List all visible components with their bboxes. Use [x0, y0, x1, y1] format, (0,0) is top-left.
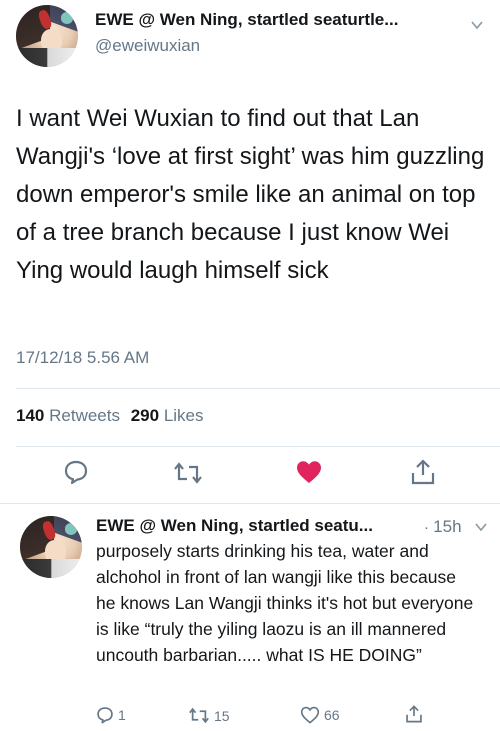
reply-like-button[interactable]: 66 [300, 706, 340, 724]
share-button[interactable] [410, 458, 436, 486]
meta-separator: · [424, 519, 429, 536]
reply-time: · 15h [424, 517, 462, 537]
reply-display-name[interactable]: EWE @ Wen Ning, startled seatu... [96, 516, 421, 536]
reply-bubble-icon [97, 707, 113, 724]
likes-count[interactable]: 290 [131, 406, 159, 425]
retweet-arrows-icon [174, 462, 202, 484]
retweet-count: 15 [214, 707, 230, 724]
retweets-count[interactable]: 140 [16, 406, 44, 425]
divider [16, 446, 500, 447]
heart-filled-icon [297, 461, 321, 483]
retweets-label[interactable]: Retweets [49, 406, 120, 425]
like-button[interactable] [295, 459, 323, 485]
heart-outline-icon [300, 706, 320, 724]
likes-label[interactable]: Likes [164, 406, 204, 425]
tweet-separator [0, 503, 500, 504]
chevron-down-icon[interactable] [470, 18, 484, 32]
reply-bubble-icon [64, 460, 88, 485]
reply-avatar[interactable] [20, 516, 82, 578]
reply-text: purposely starts drinking his tea, water… [96, 541, 474, 665]
avatar[interactable] [16, 5, 78, 67]
user-handle[interactable]: @eweiwuxian [95, 36, 200, 56]
share-upload-icon [411, 459, 435, 485]
reply-time-ago[interactable]: 15h [433, 517, 461, 536]
chevron-down-icon[interactable] [474, 520, 488, 534]
reply-retweet-button[interactable]: 15 [188, 707, 230, 724]
like-count: 66 [324, 707, 340, 723]
reply-button[interactable] [63, 459, 89, 485]
reply-reply-button[interactable]: 1 [96, 706, 126, 724]
reply-count: 1 [118, 707, 126, 723]
share-upload-icon [406, 705, 422, 723]
tweet-text: I want Wei Wuxian to find out that Lan W… [16, 105, 485, 284]
divider [16, 388, 500, 389]
reply-share-button[interactable] [405, 704, 423, 724]
display-name[interactable]: EWE @ Wen Ning, startled seaturtle... [95, 10, 445, 30]
retweet-arrows-icon [189, 707, 209, 724]
retweet-button[interactable] [173, 461, 203, 485]
timestamp[interactable]: 17/12/18 5.56 AM [16, 348, 149, 368]
engagement-stats: 140 Retweets 290 Likes [16, 406, 204, 426]
